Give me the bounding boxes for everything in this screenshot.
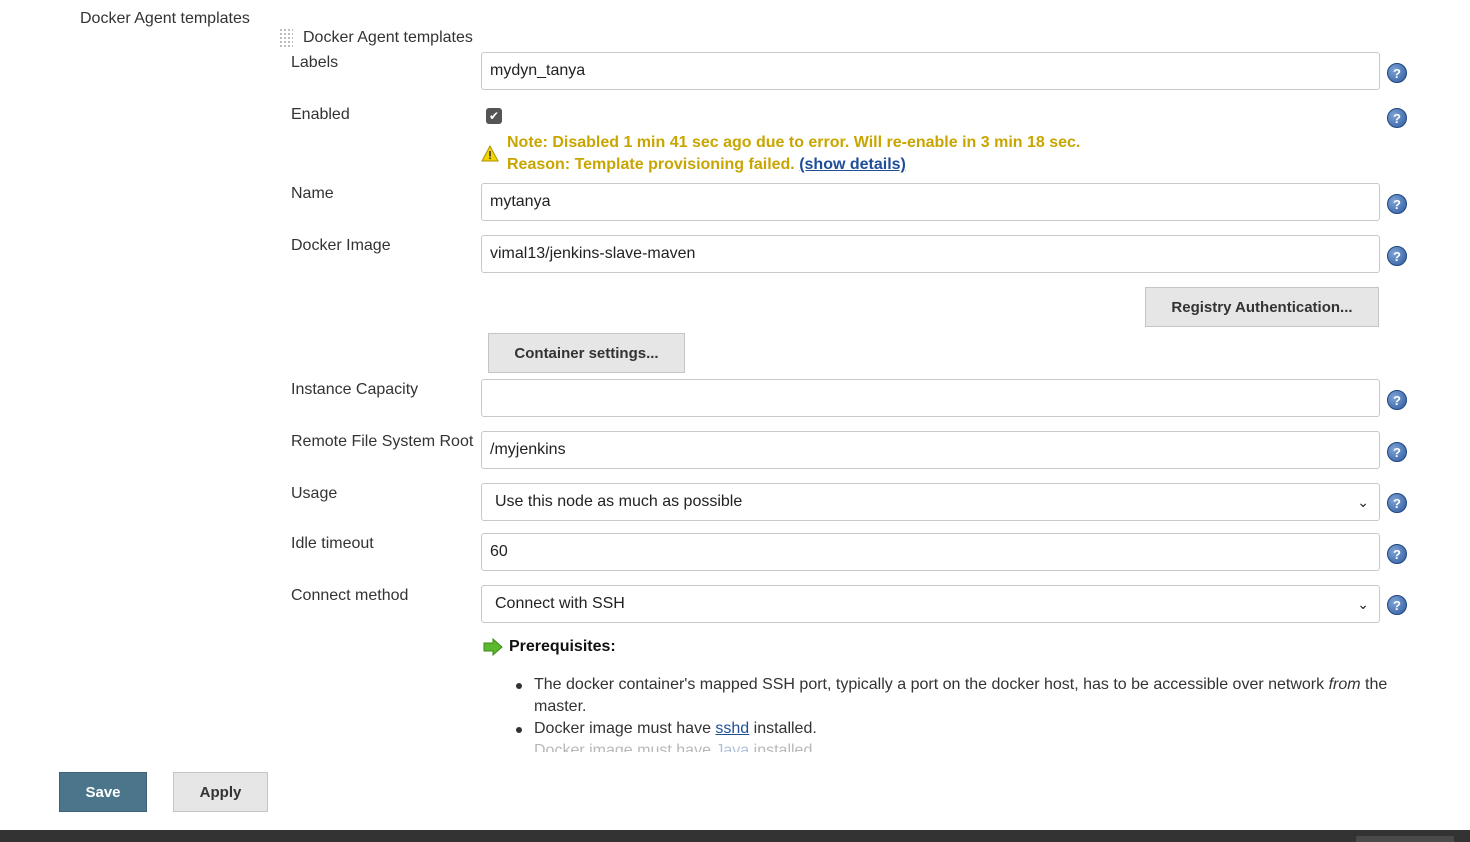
- help-icon[interactable]: ?: [1387, 246, 1407, 266]
- help-icon[interactable]: ?: [1387, 390, 1407, 410]
- arrow-right-icon: [483, 637, 503, 661]
- enabled-checkbox[interactable]: ✔: [486, 108, 502, 124]
- labels-label: Labels: [291, 54, 339, 71]
- list-item-text: The docker container's mapped SSH port, …: [534, 676, 1329, 693]
- instance-capacity-input[interactable]: [481, 379, 1380, 417]
- prerequisites-list: The docker container's mapped SSH port, …: [516, 674, 1414, 752]
- prerequisites-title: Prerequisites:: [509, 638, 616, 655]
- list-item: Docker image must have sshd installed.: [516, 718, 1414, 740]
- list-item-text: Docker image must have: [534, 720, 716, 737]
- name-label: Name: [291, 185, 334, 202]
- enabled-label: Enabled: [291, 106, 350, 123]
- remote-fs-root-label: Remote File System Root: [291, 433, 474, 450]
- java-link[interactable]: Java: [715, 742, 749, 752]
- help-icon[interactable]: ?: [1387, 108, 1407, 128]
- save-button[interactable]: Save: [59, 772, 147, 812]
- instance-capacity-label: Instance Capacity: [291, 381, 419, 398]
- template-title: Docker Agent templates: [303, 29, 473, 46]
- usage-selected-value: Use this node as much as possible: [495, 493, 743, 510]
- help-icon[interactable]: ?: [1387, 544, 1407, 564]
- list-item-text: Docker image must have: [534, 742, 716, 752]
- name-input[interactable]: mytanya: [481, 183, 1380, 221]
- warning-line-2: Reason: Template provisioning failed. (s…: [507, 156, 906, 174]
- warning-reason: Reason: Template provisioning failed.: [507, 156, 795, 173]
- labels-input[interactable]: mydyn_tanya: [481, 52, 1380, 90]
- footer-bar: [0, 830, 1470, 842]
- container-settings-button[interactable]: Container settings...: [488, 333, 685, 373]
- list-item-emphasis: from: [1328, 676, 1361, 693]
- sshd-link[interactable]: sshd: [715, 720, 749, 737]
- chevron-down-icon: ⌄: [1357, 493, 1369, 510]
- remote-fs-root-input[interactable]: /myjenkins: [481, 431, 1380, 469]
- idle-timeout-label: Idle timeout: [291, 535, 374, 552]
- warning-line-1: Note: Disabled 1 min 41 sec ago due to e…: [507, 134, 1081, 151]
- connect-method-selected-value: Connect with SSH: [495, 595, 625, 612]
- usage-label: Usage: [291, 485, 338, 502]
- idle-timeout-input[interactable]: 60: [481, 533, 1380, 571]
- help-icon[interactable]: ?: [1387, 63, 1407, 83]
- usage-select[interactable]: Use this node as much as possible ⌄: [481, 483, 1380, 521]
- help-icon[interactable]: ?: [1387, 493, 1407, 513]
- section-title: Docker Agent templates: [80, 10, 250, 27]
- chevron-down-icon: ⌄: [1357, 595, 1369, 612]
- help-icon[interactable]: ?: [1387, 194, 1407, 214]
- docker-image-label: Docker Image: [291, 237, 391, 254]
- apply-button[interactable]: Apply: [173, 772, 268, 812]
- footer-tab: [1356, 836, 1454, 842]
- list-item-text: installed.: [749, 742, 817, 752]
- warning-icon: [481, 144, 499, 167]
- registry-authentication-button[interactable]: Registry Authentication...: [1145, 287, 1379, 327]
- list-item: The docker container's mapped SSH port, …: [516, 674, 1414, 718]
- show-details-link[interactable]: (show details): [799, 156, 906, 173]
- connect-method-label: Connect method: [291, 587, 409, 604]
- list-item-text: installed.: [749, 720, 817, 737]
- drag-handle-icon[interactable]: [279, 28, 293, 48]
- docker-image-input[interactable]: vimal13/jenkins-slave-maven: [481, 235, 1380, 273]
- list-item: Docker image must have Java installed.: [534, 740, 1414, 752]
- connect-method-select[interactable]: Connect with SSH ⌄: [481, 585, 1380, 623]
- help-icon[interactable]: ?: [1387, 595, 1407, 615]
- help-icon[interactable]: ?: [1387, 442, 1407, 462]
